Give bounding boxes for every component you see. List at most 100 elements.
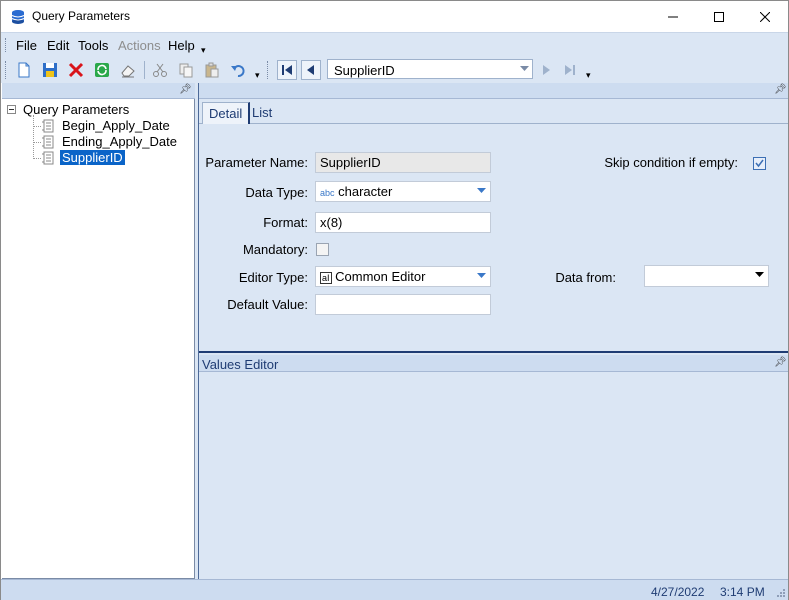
tab-list[interactable]: List — [246, 102, 278, 124]
parameter-icon — [42, 135, 54, 149]
tree-node-root[interactable]: Query Parameters — [23, 102, 129, 117]
values-editor-header: Values Editor 📌︎ — [199, 355, 788, 372]
status-bar: 4/27/2022 3:14 PM — [1, 579, 788, 600]
tree-node-ending-apply-date[interactable]: Ending_Apply_Date — [62, 134, 177, 149]
record-selector-combo[interactable]: SupplierID — [327, 59, 533, 79]
minimize-icon — [668, 16, 678, 17]
tree-panel-header: 📌︎ — [2, 83, 195, 99]
chevron-down-icon — [477, 188, 486, 193]
tree-node-begin-apply-date[interactable]: Begin_Apply_Date — [62, 118, 170, 133]
minimize-button[interactable] — [650, 1, 696, 32]
first-record-button[interactable] — [277, 60, 297, 80]
skip-condition-checkbox[interactable] — [753, 157, 766, 170]
cut-icon — [153, 63, 167, 77]
toolbar-overflow-icon[interactable]: ▾ — [255, 70, 260, 81]
format-field[interactable]: x(8) — [315, 212, 491, 233]
save-icon — [43, 63, 57, 77]
save-button[interactable] — [40, 60, 60, 80]
tab-detail[interactable]: Detail — [202, 102, 251, 124]
pin-icon[interactable]: 📌︎ — [179, 84, 192, 95]
eraser-button[interactable] — [118, 60, 138, 80]
values-editor-area[interactable] — [199, 372, 788, 579]
last-record-icon — [565, 65, 575, 75]
record-selector-value: SupplierID — [334, 63, 395, 78]
previous-record-button[interactable] — [301, 60, 321, 80]
eraser-icon — [121, 65, 135, 78]
copy-button[interactable] — [176, 60, 196, 80]
mandatory-label: Mandatory: — [242, 242, 308, 257]
values-editor-title: Values Editor — [202, 357, 279, 372]
menu-file[interactable]: File — [16, 38, 37, 53]
close-icon — [760, 11, 770, 22]
refresh-icon — [95, 63, 109, 77]
parameter-tree — [2, 99, 195, 579]
tree-collapse-toggle[interactable] — [7, 105, 16, 114]
maximize-icon — [714, 11, 724, 22]
next-record-button[interactable] — [536, 60, 556, 80]
resize-grip-icon[interactable] — [776, 588, 786, 598]
pin-icon[interactable]: 📌︎ — [774, 84, 787, 95]
copy-icon — [179, 63, 193, 78]
menu-edit[interactable]: Edit — [47, 38, 69, 53]
skip-condition-label: Skip condition if empty: — [604, 155, 738, 170]
menu-overflow-icon[interactable]: ▾ — [201, 45, 206, 56]
data-type-label: Data Type: — [245, 185, 308, 200]
close-button[interactable] — [742, 1, 788, 32]
chevron-down-icon — [755, 272, 764, 277]
editor-type-value: Common Editor — [335, 269, 426, 284]
data-from-combo[interactable] — [644, 265, 769, 287]
data-type-combo[interactable]: abc character — [315, 181, 491, 202]
title-bar[interactable]: Query Parameters — [1, 1, 788, 32]
toolbar-separator — [144, 61, 145, 79]
checkmark-icon — [755, 159, 764, 168]
mandatory-checkbox[interactable] — [316, 243, 329, 256]
default-value-field[interactable] — [315, 294, 491, 315]
query-parameters-window: Query Parameters File Edit Tools Actions… — [0, 0, 789, 600]
pin-icon[interactable]: 📌︎ — [774, 357, 787, 368]
parameter-name-field[interactable]: SupplierID — [315, 152, 491, 173]
tree-connector — [33, 142, 41, 143]
chevron-down-icon — [477, 273, 486, 278]
tree-connector — [33, 115, 34, 159]
editor-type-label: Editor Type: — [238, 270, 308, 285]
tab-strip-line — [199, 123, 788, 124]
database-icon — [11, 10, 25, 24]
parameter-icon — [42, 151, 54, 165]
data-from-label: Data from: — [555, 270, 616, 285]
maximize-button[interactable] — [696, 1, 742, 32]
new-icon — [18, 62, 30, 78]
nav-toolbar-overflow-icon[interactable]: ▾ — [586, 70, 591, 81]
chevron-down-icon — [520, 66, 529, 71]
nav-toolbar-grip[interactable] — [267, 61, 270, 79]
cut-button[interactable] — [150, 60, 170, 80]
delete-button[interactable] — [66, 60, 86, 80]
text-editor-icon: aI — [320, 272, 332, 284]
delete-icon — [68, 62, 84, 78]
menu-tools[interactable]: Tools — [78, 38, 108, 53]
tree-connector — [33, 158, 41, 159]
abc-type-icon: abc — [320, 188, 335, 198]
paste-button[interactable] — [202, 60, 222, 80]
window-title: Query Parameters — [32, 9, 131, 23]
new-button[interactable] — [14, 60, 34, 80]
parameter-name-label: Parameter Name: — [205, 155, 308, 170]
data-type-value: character — [338, 184, 393, 199]
default-value-label: Default Value: — [227, 297, 308, 312]
previous-record-icon — [307, 65, 314, 75]
parameter-icon — [42, 119, 54, 133]
undo-button[interactable] — [228, 60, 248, 80]
menu-grip[interactable] — [5, 38, 8, 52]
editor-type-combo[interactable]: aI Common Editor — [315, 266, 491, 287]
last-record-button[interactable] — [560, 60, 580, 80]
toolbar-grip[interactable] — [5, 61, 8, 79]
first-record-icon — [282, 65, 292, 75]
refresh-button[interactable] — [92, 60, 112, 80]
menu-help[interactable]: Help — [168, 38, 195, 53]
menu-actions[interactable]: Actions — [118, 38, 161, 53]
tree-node-supplierid[interactable]: SupplierID — [60, 150, 125, 165]
undo-icon — [231, 65, 245, 77]
paste-icon — [205, 62, 219, 78]
menu-bar: File Edit Tools Actions Help ▾ — [1, 32, 788, 56]
next-record-icon — [543, 65, 550, 75]
status-time: 3:14 PM — [720, 585, 765, 599]
